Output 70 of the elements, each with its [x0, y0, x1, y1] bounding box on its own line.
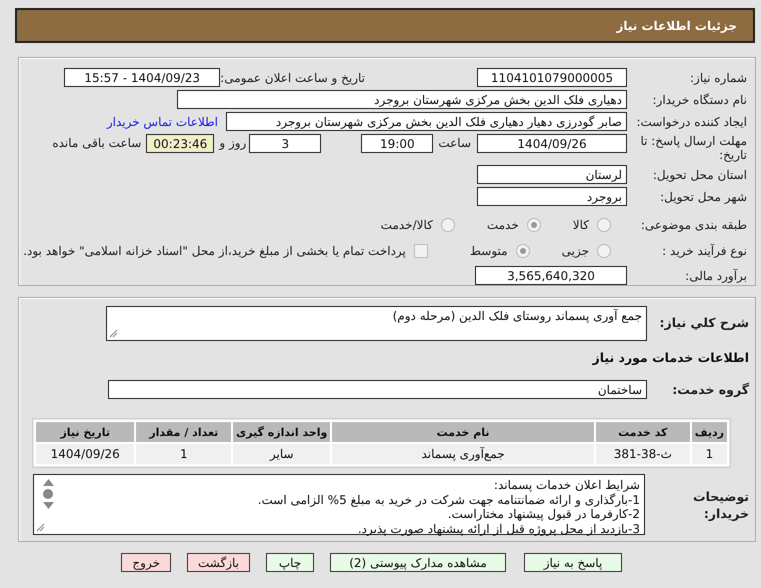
field-label: روز و [219, 135, 246, 152]
page-title: جزئیات اطلاعات نیاز [616, 18, 737, 32]
radio-button[interactable] [526, 218, 541, 232]
field-label: ایجاد کننده درخواست: [635, 114, 748, 128]
budget-field: 3,565,640,320 [475, 266, 627, 285]
table-cell: 1 [690, 443, 728, 465]
field-label: تاریخ و ساعت اعلان عمومی: [220, 70, 365, 84]
action-button[interactable]: مشاهده مدارک پیوستی (2) [330, 553, 506, 572]
scroll-thumb-icon[interactable] [43, 489, 53, 499]
option-label: متوسط [470, 244, 508, 258]
province-field: لرستان [477, 165, 627, 184]
days-field: 3 [249, 134, 322, 153]
option-label: جزیی [562, 244, 589, 258]
field-label: طبقه بندی موضوعی: [640, 218, 748, 232]
field-label: نام دستگاه خریدار: [652, 92, 748, 106]
notes-line: شرایط اعلان خدمات پسماند: [492, 478, 640, 492]
scroll-down-icon[interactable] [42, 502, 54, 509]
requester-field: صابر گودرزی دهیار دهیاری فلک الدین بخش مرکزی شهرستان بروجرد [226, 112, 627, 131]
time-field: 19:00 [361, 134, 434, 153]
radio-button[interactable] [516, 244, 530, 258]
exit-button[interactable]: بازگشت [187, 553, 250, 572]
field-label: ساعت باقی مانده [52, 135, 142, 152]
announce-date-field: 1404/09/23 - 15:57 [64, 68, 220, 87]
summary-text: جمع آوری پسماند روستای فلک الدین (مرحله دوم) [392, 309, 642, 323]
option-label: کالا [572, 218, 589, 232]
remaining-time-field: 00:23:46 [146, 134, 214, 153]
notes-line: 2-کارفرما در قبول پیشنهاد مختاراست. [446, 507, 640, 522]
option-label: خدمت [486, 218, 519, 232]
radio-button[interactable] [597, 218, 611, 232]
field-label: شرح کلي نیاز: [658, 315, 750, 330]
field-label: گروه خدمت: [671, 382, 750, 397]
exit-button[interactable]: خروج [121, 553, 171, 572]
table-cell: سایر [232, 443, 332, 465]
city-field: بروجرد [477, 187, 627, 206]
resize-grip-icon[interactable] [36, 523, 45, 532]
field-label: شهر محل تحویل: [659, 190, 748, 204]
service-group-field: ساختمان [108, 380, 647, 399]
field-label: استان محل تحویل: [652, 168, 748, 182]
radio-button[interactable] [597, 244, 611, 258]
payment-label: پرداخت تمام یا بخشی از مبلغ خرید،از محل "اسناد خزانه اسلامی" خواهد بود. [23, 244, 406, 258]
scroll-up-icon[interactable] [42, 479, 54, 486]
field-label: نوع فرآیند خرید : [661, 244, 748, 258]
checkbox[interactable] [414, 244, 428, 258]
need-number-field: 1104101079000005 [477, 68, 627, 87]
action-button[interactable]: چاپ [266, 553, 314, 572]
field-label: توضیحات خریدار: [692, 488, 750, 522]
table-cell: ث-38-381 [594, 443, 691, 465]
field-label: برآورد مالی: [684, 268, 748, 282]
column-header: کد خدمت [594, 421, 691, 443]
field-label: شماره نیاز: [689, 70, 748, 84]
notes-line: 1-بارگذاری و ارائه ضمانتنامه جهت شرکت در خرید به مبلغ 5% الزامی است. [256, 492, 640, 507]
table-cell: 1 [135, 443, 232, 465]
option-label: کالا/خدمت [380, 218, 433, 232]
action-button[interactable]: پاسخ به نیاز [524, 553, 622, 572]
buyer-field: دهیاری فلک الدین بخش مرکزی شهرستان بروجرد [177, 90, 627, 109]
table-cell: 1404/09/26 [35, 443, 136, 465]
resize-grip-icon[interactable] [109, 329, 118, 338]
column-header: تاریخ نیاز [35, 421, 136, 443]
notes-line: 3-بازدید از محل پروژه قبل از ارائه پیشنهاد صورت پذیرد. [356, 522, 640, 536]
deadline-date-field: 1404/09/26 [477, 134, 627, 153]
field-label: ساعت [438, 135, 471, 152]
column-header: ردیف [690, 421, 728, 443]
column-header: نام خدمت [331, 421, 595, 443]
column-header: تعداد / مقدار [135, 421, 232, 443]
section-title: اطلاعات خدمات مورد نیاز [592, 349, 750, 365]
radio-button[interactable] [440, 218, 455, 232]
column-header: واحد اندازه گیری [232, 421, 332, 443]
contact-link[interactable]: اطلاعات تماس خریدار [106, 114, 218, 128]
table-cell: جمع‌آوری پسماند [331, 443, 595, 465]
field-label: مهلت ارسال پاسخ: تا تاریخ: [639, 134, 748, 162]
